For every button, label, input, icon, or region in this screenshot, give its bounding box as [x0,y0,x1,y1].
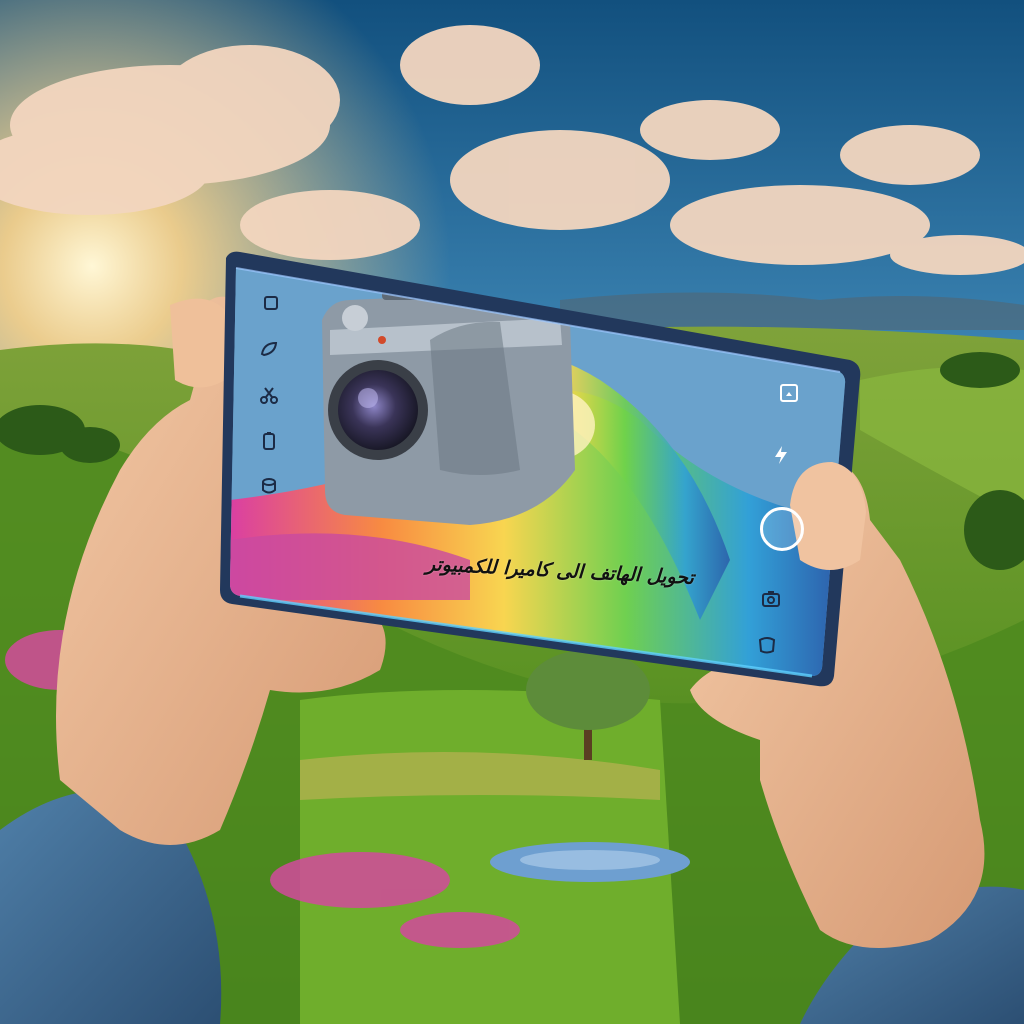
flash-icon[interactable] [770,444,792,466]
cylinder-icon[interactable] [258,475,280,497]
battery-icon[interactable] [258,430,280,452]
square-icon[interactable] [260,292,282,314]
frame-icon[interactable] [778,382,800,404]
shutter-button[interactable] [760,507,804,551]
gallery-icon[interactable] [756,634,778,656]
scene [0,0,1024,1024]
leaf-icon[interactable] [258,338,280,360]
scissors-icon[interactable] [258,384,280,406]
